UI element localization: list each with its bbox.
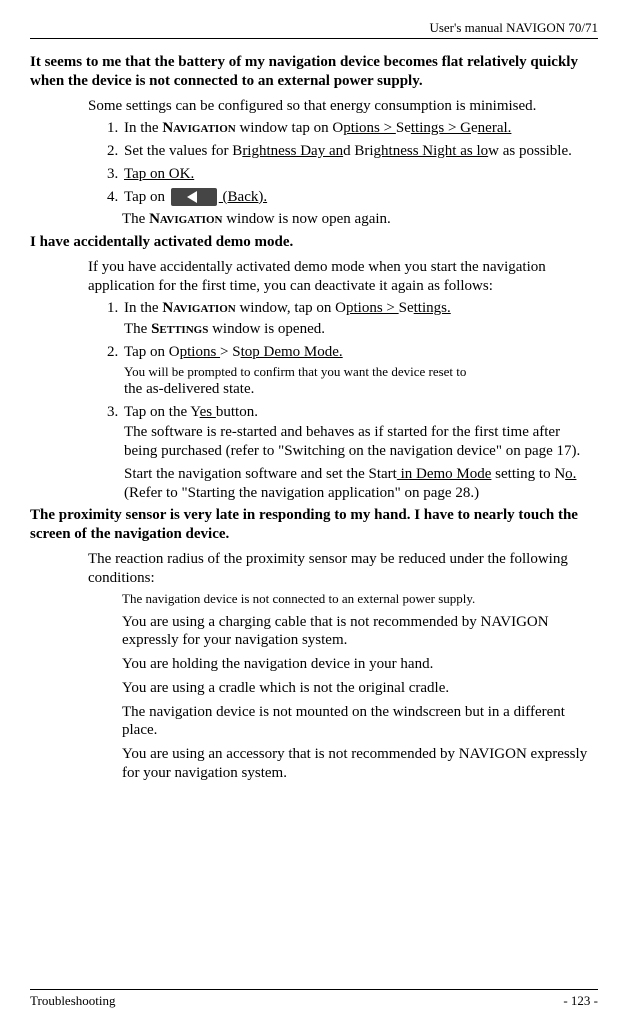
faq1-step2: Set the values for Brightness Day and Br… <box>122 142 592 161</box>
text: window is opened. <box>208 321 325 337</box>
page-number: - 123 - <box>563 993 598 1009</box>
faq2-step2: Tap on Options > Stop Demo Mode. You wil… <box>122 343 592 399</box>
text: > S <box>220 344 241 360</box>
document-page: User's manual NAVIGON 70/71 It seems to … <box>0 0 628 1023</box>
faq2-step3: Tap on the Yes button. The software is r… <box>122 403 592 503</box>
text: w as possible. <box>488 143 572 159</box>
text: Tap on the Y <box>124 404 200 420</box>
footer-rule <box>30 989 598 990</box>
text: e <box>471 120 478 136</box>
underline: rightness Day an <box>242 143 343 159</box>
text: button. <box>216 404 258 420</box>
underline: es <box>200 404 216 420</box>
underline: (Back). <box>219 189 267 205</box>
list-item: You are using a charging cable that is n… <box>122 613 592 651</box>
page-footer: Troubleshooting - 123 - <box>30 989 598 1009</box>
underline: neral. <box>478 120 512 136</box>
footer-section: Troubleshooting <box>30 993 115 1009</box>
faq1-step4: Tap on (Back). <box>122 188 592 207</box>
settings-word: Settings <box>151 321 208 337</box>
text: Set the values for B <box>124 143 242 159</box>
faq2-step2-note2: the as-delivered state. <box>124 380 592 399</box>
header-rule <box>30 38 598 39</box>
underline: ttings > G <box>411 120 471 136</box>
faq1-step3: Tap on OK. <box>122 165 592 184</box>
nav-word: Navigation <box>162 120 235 136</box>
faq2-step1-result: The Settings window is opened. <box>124 320 592 339</box>
text: Tap on <box>124 189 169 205</box>
underline: ttings. <box>414 300 451 316</box>
running-header: User's manual NAVIGON 70/71 <box>30 20 598 36</box>
faq2-step1: In the Navigation window, tap on Options… <box>122 299 592 339</box>
faq3-bullets: The navigation device is not connected t… <box>122 591 592 782</box>
underline: ptions > <box>346 300 399 316</box>
list-item: The navigation device is not connected t… <box>122 591 592 607</box>
text: The <box>122 211 149 227</box>
faq2-step2-note1: You will be prompted to confirm that you… <box>124 364 592 380</box>
text: (Refer to "Starting the navigation appli… <box>124 485 479 501</box>
nav-word: Navigation <box>149 211 222 227</box>
faq2-intro: If you have accidentally activated demo … <box>88 258 592 296</box>
faq2-heading: I have accidentally activated demo mode. <box>30 233 592 252</box>
text: In the <box>124 120 162 136</box>
nav-word: Navigation <box>162 300 235 316</box>
faq2-step3-result2: Start the navigation software and set th… <box>124 465 592 503</box>
faq1-heading: It seems to me that the battery of my na… <box>30 53 592 91</box>
underline: in Demo Mode <box>397 466 492 482</box>
text: The <box>124 321 151 337</box>
text: window is now open again. <box>222 211 390 227</box>
text: Start the navigation software and set th… <box>124 466 397 482</box>
list-item: You are using a cradle which is not the … <box>122 679 592 698</box>
text: Se <box>396 120 411 136</box>
faq1-steps: In the Navigation window tap on Options … <box>88 119 592 206</box>
faq2-step3-result1: The software is re-started and behaves a… <box>124 423 592 461</box>
faq2-steps: In the Navigation window, tap on Options… <box>88 299 592 502</box>
text: In the <box>124 300 162 316</box>
underline: o. <box>565 466 576 482</box>
underline: ptions > <box>343 120 396 136</box>
underline: ghtness Night as lo <box>374 143 489 159</box>
text: d Bri <box>343 143 373 159</box>
text: window, tap on O <box>236 300 346 316</box>
list-item: You are holding the navigation device in… <box>122 655 592 674</box>
faq1-result: The Navigation window is now open again. <box>122 210 592 229</box>
text: setting to N <box>491 466 565 482</box>
text: Tap on O <box>124 344 180 360</box>
underline: ptions <box>180 344 220 360</box>
back-icon <box>171 188 217 206</box>
text: Se <box>399 300 414 316</box>
faq3-heading: The proximity sensor is very late in res… <box>30 506 592 544</box>
faq3-intro: The reaction radius of the proximity sen… <box>88 550 592 588</box>
list-item: You are using an accessory that is not r… <box>122 745 592 783</box>
list-item: The navigation device is not mounted on … <box>122 703 592 741</box>
text: window tap on O <box>236 120 344 136</box>
faq1-step1: In the Navigation window tap on Options … <box>122 119 592 138</box>
underline: Tap on OK. <box>124 166 194 182</box>
faq1-intro: Some settings can be configured so that … <box>88 97 592 116</box>
underline: top Demo Mode. <box>241 344 343 360</box>
footer-row: Troubleshooting - 123 - <box>30 993 598 1009</box>
body: It seems to me that the battery of my na… <box>30 53 598 783</box>
